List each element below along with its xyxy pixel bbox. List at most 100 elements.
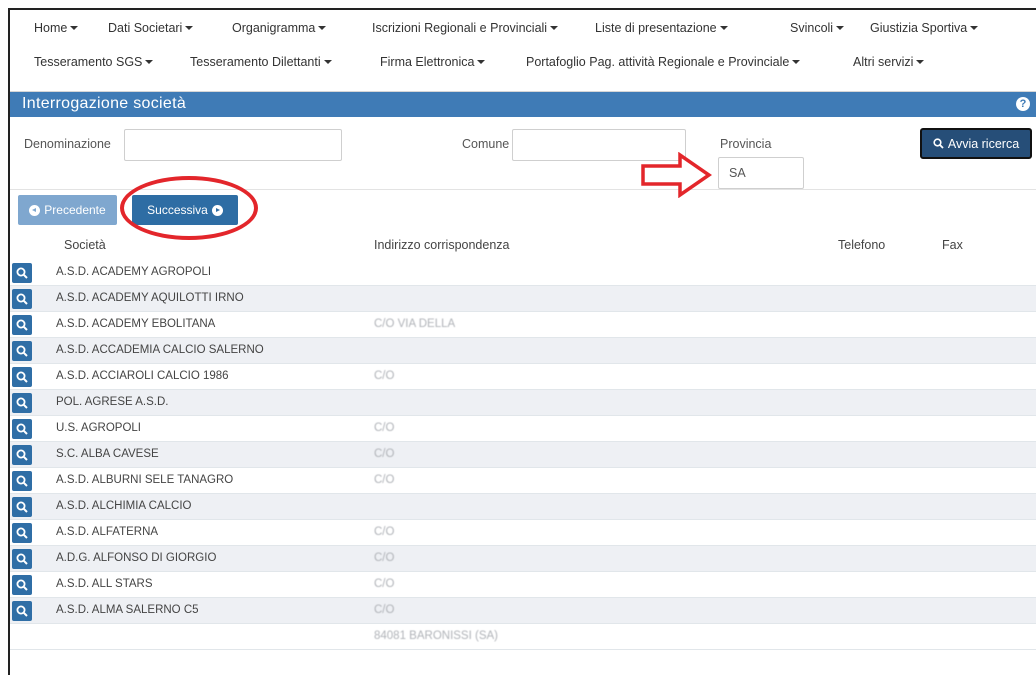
column-header-telefono: Telefono — [838, 238, 886, 252]
nav-menu-label: Organigramma — [232, 21, 316, 35]
view-details-button[interactable] — [12, 601, 32, 621]
nav-menu-svincoli[interactable]: Svincoli — [790, 21, 845, 35]
table-row: A.S.D. ACCIAROLI CALCIO 1986 C/O — [10, 364, 1036, 390]
table-row: A.S.D. ACADEMY AQUILOTTI IRNO — [10, 286, 1036, 312]
view-details-button[interactable] — [12, 575, 32, 595]
caret-down-icon — [185, 26, 194, 30]
view-details-button[interactable] — [12, 289, 32, 309]
view-details-button[interactable] — [12, 341, 32, 361]
previous-button[interactable]: Precedente — [18, 195, 117, 225]
caret-down-icon — [550, 26, 559, 30]
cell-societa: A.S.D. ALBURNI SELE TANAGRO — [56, 474, 234, 486]
nav-menu-tesseramento-dilettanti[interactable]: Tesseramento Dilettanti — [190, 55, 332, 69]
table-row: A.S.D. ALMA SALERNO C5 C/O — [10, 598, 1036, 624]
nav-menu-liste-di-presentazione[interactable]: Liste di presentazione — [595, 21, 728, 35]
view-details-button[interactable] — [12, 419, 32, 439]
nav-menu-dati-societari[interactable]: Dati Societari — [108, 21, 194, 35]
view-details-button[interactable] — [12, 497, 32, 517]
table-row: U.S. AGROPOLI C/O — [10, 416, 1036, 442]
circle-arrow-left-icon — [29, 204, 41, 216]
previous-button-label: Precedente — [44, 203, 106, 217]
denominazione-input[interactable] — [124, 129, 342, 161]
red-circle-annotation — [120, 176, 258, 240]
view-details-button[interactable] — [12, 445, 32, 465]
cell-societa: A.S.D. ACCIAROLI CALCIO 1986 — [56, 370, 229, 382]
caret-down-icon — [836, 26, 845, 30]
cell-societa: A.S.D. ACADEMY AQUILOTTI IRNO — [56, 292, 244, 304]
cell-indirizzo: C/O VIA DELLA — [374, 318, 456, 330]
help-icon[interactable]: ? — [1016, 97, 1030, 111]
view-details-button[interactable] — [12, 263, 32, 283]
caret-down-icon — [323, 60, 332, 64]
nav-menu-iscrizioni-regionali-e-provinciali[interactable]: Iscrizioni Regionali e Provinciali — [372, 21, 559, 35]
nav-menu-label: Dati Societari — [108, 21, 183, 35]
nav-row-1: Home Dati Societari Organigramma Iscrizioni… — [10, 16, 1036, 40]
view-details-button[interactable] — [12, 367, 32, 387]
results-table-body: A.S.D. ACADEMY AGROPOLI A.S.D. ACADEMY AQ… — [10, 260, 1036, 650]
nav-menu-label: Portafoglio Pag. attività Regionale e Pr… — [526, 55, 790, 69]
table-row: A.S.D. ACCADEMIA CALCIO SALERNO — [10, 338, 1036, 364]
table-row: S.C. ALBA CAVESE C/O — [10, 442, 1036, 468]
nav-menu-giustizia-sportiva[interactable]: Giustizia Sportiva — [870, 21, 979, 35]
table-row: A.S.D. ALFATERNA C/O — [10, 520, 1036, 546]
magnifier-icon — [16, 371, 28, 383]
view-details-button[interactable] — [12, 315, 32, 335]
nav-menu-label: Svincoli — [790, 21, 834, 35]
nav-menu-home[interactable]: Home — [34, 21, 79, 35]
cell-indirizzo: 84081 BARONISSI (SA) — [374, 630, 498, 642]
nav-menu-organigramma[interactable]: Organigramma — [232, 21, 327, 35]
table-row: 84081 BARONISSI (SA) — [10, 624, 1036, 650]
magnifier-icon — [16, 345, 28, 357]
caret-down-icon — [70, 26, 79, 30]
column-header-fax: Fax — [942, 238, 963, 252]
nav-menu-altri-servizi[interactable]: Altri servizi — [853, 55, 925, 69]
cell-societa: A.S.D. ALCHIMIA CALCIO — [56, 500, 192, 512]
cell-societa: A.D.G. ALFONSO DI GIORGIO — [56, 552, 217, 564]
nav-row-2: Tesseramento SGS Tesseramento Dilettanti F… — [10, 50, 1036, 74]
table-row: A.D.G. ALFONSO DI GIORGIO C/O — [10, 546, 1036, 572]
nav-menu-firma-elettronica[interactable]: Firma Elettronica — [380, 55, 486, 69]
cell-societa: A.S.D. ACADEMY EBOLITANA — [56, 318, 216, 330]
nav-menu-label: Home — [34, 21, 68, 35]
cell-indirizzo: C/O — [374, 604, 395, 616]
view-details-button[interactable] — [12, 523, 32, 543]
magnifier-icon — [16, 553, 28, 565]
magnifier-icon — [16, 293, 28, 305]
magnifier-icon — [16, 267, 28, 279]
caret-down-icon — [318, 26, 327, 30]
magnifier-icon — [16, 319, 28, 331]
cell-societa: A.S.D. ALL STARS — [56, 578, 153, 590]
cell-indirizzo: C/O — [374, 422, 395, 434]
provincia-input[interactable] — [718, 157, 804, 189]
search-button[interactable]: Avvia ricerca — [920, 128, 1032, 159]
nav-menu-label: Iscrizioni Regionali e Provinciali — [372, 21, 548, 35]
magnifier-icon — [16, 501, 28, 513]
table-row: A.S.D. ALCHIMIA CALCIO — [10, 494, 1036, 520]
caret-down-icon — [145, 60, 154, 64]
red-arrow-annotation-icon — [641, 152, 712, 198]
nav-menu-label: Tesseramento Dilettanti — [190, 55, 321, 69]
table-row: A.S.D. ALBURNI SELE TANAGRO C/O — [10, 468, 1036, 494]
cell-indirizzo: C/O — [374, 370, 395, 382]
column-header-indirizzo: Indirizzo corrispondenza — [374, 238, 510, 252]
caret-down-icon — [719, 26, 728, 30]
cell-societa: A.S.D. ACADEMY AGROPOLI — [56, 266, 212, 278]
view-details-button[interactable] — [12, 549, 32, 569]
provincia-label: Provincia — [720, 137, 772, 151]
nav-menu-label: Altri servizi — [853, 55, 914, 69]
view-details-button[interactable] — [12, 471, 32, 491]
caret-down-icon — [792, 60, 801, 64]
caret-down-icon — [916, 60, 925, 64]
cell-indirizzo: C/O — [374, 552, 395, 564]
table-row: POL. AGRESE A.S.D. — [10, 390, 1036, 416]
view-details-button[interactable] — [12, 393, 32, 413]
table-row: A.S.D. ACADEMY AGROPOLI — [10, 260, 1036, 286]
cell-societa: POL. AGRESE A.S.D. — [56, 396, 169, 408]
cell-indirizzo: C/O — [374, 448, 395, 460]
cell-societa: U.S. AGROPOLI — [56, 422, 141, 434]
cell-societa: A.S.D. ALFATERNA — [56, 526, 159, 538]
nav-menu-tesseramento-sgs[interactable]: Tesseramento SGS — [34, 55, 154, 69]
app-frame: Home Dati Societari Organigramma Iscrizioni… — [8, 8, 1036, 675]
nav-menu-portafoglio-pag-attivit-regionale-e-provinciale[interactable]: Portafoglio Pag. attività Regionale e Pr… — [526, 55, 801, 69]
cell-societa: S.C. ALBA CAVESE — [56, 448, 159, 460]
